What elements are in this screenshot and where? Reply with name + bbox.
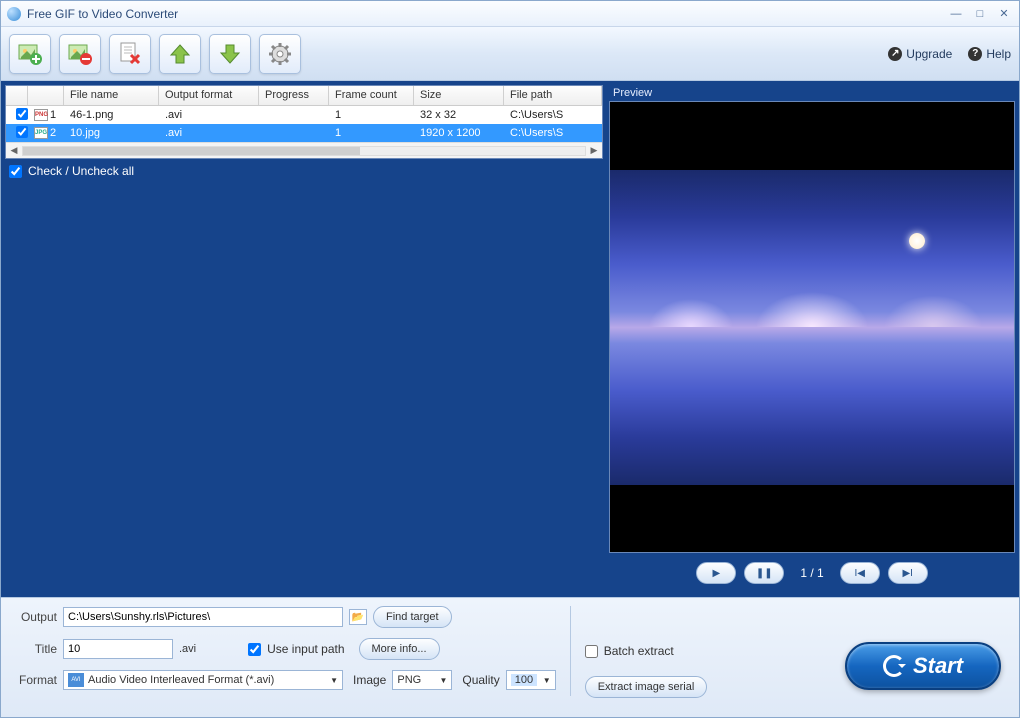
list-header: File name Output format Progress Frame c…	[6, 86, 602, 106]
chevron-down-icon: ▼	[439, 676, 447, 685]
image-format-select[interactable]: PNG ▼	[392, 670, 452, 690]
start-icon	[883, 655, 905, 677]
row-checkbox[interactable]	[16, 126, 28, 138]
file-type-icon: JPG	[34, 127, 48, 139]
row-checkbox[interactable]	[16, 108, 28, 120]
format-label: Format	[13, 673, 57, 687]
preview-label: Preview	[609, 85, 1015, 101]
batch-extract-checkbox[interactable]	[585, 645, 598, 658]
frame-indicator: 1 / 1	[800, 566, 823, 580]
quality-select[interactable]: 100 ▼	[506, 670, 556, 690]
table-row[interactable]: JPG2 10.jpg .avi 1 1920 x 1200 C:\Users\…	[6, 124, 602, 142]
col-file-path[interactable]: File path	[504, 86, 602, 105]
move-down-button[interactable]	[209, 34, 251, 74]
list-body: PNG1 46-1.png .avi 1 32 x 32 C:\Users\S …	[6, 106, 602, 142]
preview-panel: Preview ▶ ❚❚ 1 / 1 I◀ ▶I	[609, 85, 1015, 593]
file-type-icon: PNG	[34, 109, 48, 121]
title-bar: Free GIF to Video Converter — □ ✕	[1, 1, 1019, 27]
preview-controls: ▶ ❚❚ 1 / 1 I◀ ▶I	[609, 553, 1015, 593]
file-list: File name Output format Progress Frame c…	[5, 85, 603, 159]
upgrade-link[interactable]: ↗ Upgrade	[888, 47, 952, 61]
close-button[interactable]: ✕	[995, 7, 1013, 21]
output-path-input[interactable]	[63, 607, 343, 627]
clear-list-button[interactable]	[109, 34, 151, 74]
help-icon: ?	[968, 47, 982, 61]
start-button[interactable]: Start	[845, 642, 1001, 690]
image-label: Image	[353, 673, 386, 687]
col-frame-count[interactable]: Frame count	[329, 86, 414, 105]
toolbar: ↗ Upgrade ? Help	[1, 27, 1019, 81]
preview-image	[610, 170, 1014, 485]
table-row[interactable]: PNG1 46-1.png .avi 1 32 x 32 C:\Users\S	[6, 106, 602, 124]
format-icon: AVI	[68, 673, 84, 687]
extract-image-serial-button[interactable]: Extract image serial	[585, 676, 708, 698]
gear-icon	[267, 41, 293, 67]
col-file-name[interactable]: File name	[64, 86, 159, 105]
next-frame-button[interactable]: ▶I	[888, 562, 928, 584]
pause-button[interactable]: ❚❚	[744, 562, 784, 584]
title-input[interactable]	[63, 639, 173, 659]
add-file-icon	[17, 41, 43, 67]
check-all-row: Check / Uncheck all	[5, 159, 603, 183]
start-label: Start	[913, 653, 963, 679]
preview-box	[609, 101, 1015, 553]
upgrade-label: Upgrade	[906, 47, 952, 61]
app-icon	[7, 7, 21, 21]
find-target-button[interactable]: Find target	[373, 606, 452, 628]
move-down-icon	[217, 41, 243, 67]
batch-extract-label: Batch extract	[604, 644, 674, 658]
remove-file-icon	[67, 41, 93, 67]
col-progress[interactable]: Progress	[259, 86, 329, 105]
title-label: Title	[13, 642, 57, 656]
col-output-format[interactable]: Output format	[159, 86, 259, 105]
check-all-label: Check / Uncheck all	[28, 164, 134, 178]
move-up-icon	[167, 41, 193, 67]
horizontal-scrollbar[interactable]: ◀ ▶	[6, 142, 602, 158]
move-up-button[interactable]	[159, 34, 201, 74]
app-title: Free GIF to Video Converter	[27, 7, 178, 21]
check-all-checkbox[interactable]	[9, 165, 22, 178]
use-input-path-label: Use input path	[267, 642, 344, 656]
more-info-button[interactable]: More info...	[359, 638, 440, 660]
chevron-down-icon: ▼	[543, 676, 551, 685]
settings-button[interactable]	[259, 34, 301, 74]
col-size[interactable]: Size	[414, 86, 504, 105]
chevron-down-icon: ▼	[330, 676, 338, 685]
format-select[interactable]: AVI Audio Video Interleaved Format (*.av…	[63, 670, 343, 690]
bottom-panel: Output 📂 Find target Title .avi Use inpu…	[1, 597, 1019, 717]
quality-label: Quality	[462, 673, 499, 687]
prev-frame-button[interactable]: I◀	[840, 562, 880, 584]
use-input-path-checkbox[interactable]	[248, 643, 261, 656]
title-extension: .avi	[179, 643, 196, 655]
play-button[interactable]: ▶	[696, 562, 736, 584]
help-link[interactable]: ? Help	[968, 47, 1011, 61]
add-file-button[interactable]	[9, 34, 51, 74]
upgrade-icon: ↗	[888, 47, 902, 61]
remove-file-button[interactable]	[59, 34, 101, 74]
browse-output-button[interactable]: 📂	[349, 609, 367, 625]
minimize-button[interactable]: —	[947, 7, 965, 21]
maximize-button[interactable]: □	[971, 7, 989, 21]
output-label: Output	[13, 610, 57, 624]
clear-list-icon	[117, 41, 143, 67]
help-label: Help	[986, 47, 1011, 61]
